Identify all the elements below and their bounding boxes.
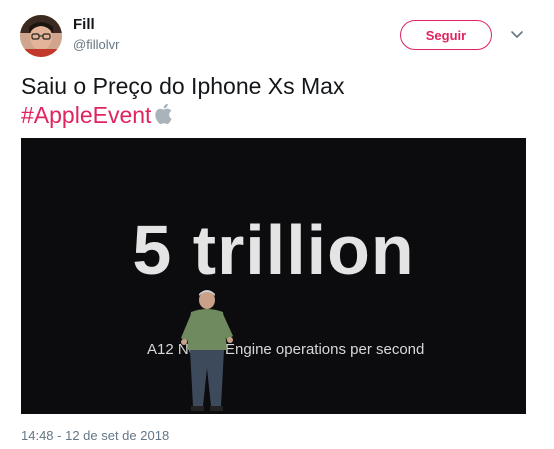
avatar-image (20, 15, 62, 57)
tweet-card: Fill @fillolvr Seguir Saiu o Preço do Ip… (0, 0, 554, 449)
media-caption-right: Engine operations per second (225, 341, 425, 358)
chevron-down-icon[interactable] (510, 29, 524, 41)
hashtag-link[interactable]: #AppleEvent (21, 102, 151, 128)
tweet-hashtag-line: #AppleEvent (21, 101, 344, 130)
presenter-figure (181, 290, 233, 411)
author-handle[interactable]: @fillolvr (73, 37, 119, 52)
author-name[interactable]: Fill (73, 16, 95, 33)
tweet-text: Saiu o Preço do Iphone Xs Max #AppleEven… (21, 72, 344, 130)
tweet-timestamp[interactable]: 14:48 - 12 de set de 2018 (21, 428, 169, 443)
media-headline: 5 trillion (132, 211, 415, 289)
apple-logo-icon (155, 103, 172, 124)
tweet-body: Saiu o Preço do Iphone Xs Max (21, 73, 345, 99)
avatar[interactable] (20, 15, 62, 57)
media-image[interactable]: 5 trillion A12 Ne Engine operations per s… (21, 138, 526, 414)
follow-button[interactable]: Seguir (400, 20, 492, 50)
